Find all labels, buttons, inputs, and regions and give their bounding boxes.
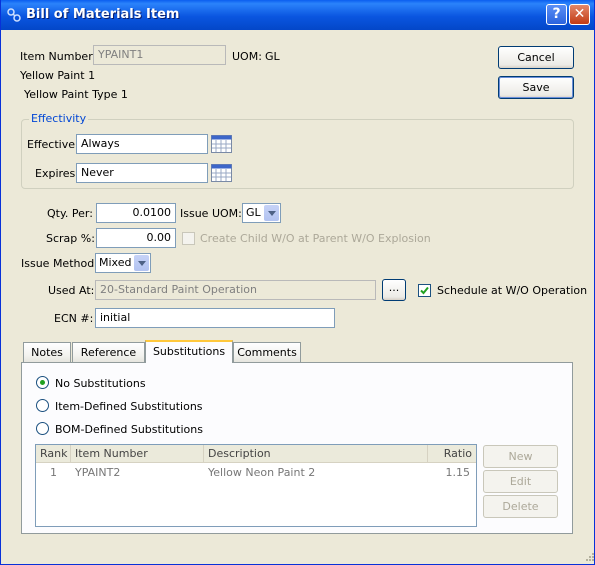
cell-item-number: YPAINT2 bbox=[75, 466, 121, 479]
tab-reference[interactable]: Reference bbox=[72, 342, 145, 363]
chevron-down-icon[interactable] bbox=[134, 255, 149, 271]
app-icon bbox=[7, 8, 21, 22]
table-row[interactable]: 1 YPAINT2 Yellow Neon Paint 2 1.15 bbox=[36, 464, 476, 482]
issue-method-select[interactable]: Mixed bbox=[95, 253, 151, 273]
cell-rank: 1 bbox=[50, 466, 57, 479]
uom-value: GL bbox=[265, 50, 280, 63]
item-description-1: Yellow Paint 1 bbox=[20, 69, 96, 82]
effectivity-title: Effectivity bbox=[29, 112, 89, 125]
issue-uom-label: Issue UOM: bbox=[180, 207, 242, 220]
no-substitutions-label: No Substitutions bbox=[55, 377, 146, 390]
check-icon bbox=[420, 286, 429, 295]
effective-calendar-icon[interactable] bbox=[211, 135, 232, 153]
ecn-label: ECN #: bbox=[54, 312, 94, 325]
column-header-item-number[interactable]: Item Number bbox=[71, 445, 204, 463]
column-header-description[interactable]: Description bbox=[204, 445, 428, 463]
qty-per-label: Qty. Per: bbox=[47, 207, 93, 220]
cell-description: Yellow Neon Paint 2 bbox=[208, 466, 316, 479]
item-number-label: Item Number: bbox=[20, 50, 97, 63]
bom-defined-substitutions-label: BOM-Defined Substitutions bbox=[55, 423, 203, 436]
used-at-field[interactable]: 20-Standard Paint Operation bbox=[95, 280, 376, 300]
used-at-label: Used At: bbox=[48, 284, 95, 297]
issue-uom-value: GL bbox=[246, 206, 261, 219]
edit-button[interactable]: Edit bbox=[483, 470, 558, 493]
issue-method-label: Issue Method: bbox=[21, 257, 98, 270]
bom-item-dialog: Bill of Materials Item ? ✕ Item Number: … bbox=[0, 0, 595, 565]
tab-notes[interactable]: Notes bbox=[23, 342, 71, 363]
help-button[interactable]: ? bbox=[546, 4, 567, 25]
save-button[interactable]: Save bbox=[498, 76, 574, 99]
cell-ratio: 1.15 bbox=[445, 466, 471, 479]
used-at-browse-button[interactable]: ... bbox=[382, 279, 406, 301]
create-child-label: Create Child W/O at Parent W/O Explosion bbox=[200, 232, 431, 245]
schedule-label: Schedule at W/O Operation bbox=[437, 284, 588, 297]
column-header-rank[interactable]: Rank bbox=[36, 445, 71, 463]
scrap-field[interactable]: 0.00 bbox=[96, 228, 176, 248]
tab-comments[interactable]: Comments bbox=[233, 342, 301, 363]
issue-method-value: Mixed bbox=[99, 256, 132, 269]
uom-label: UOM: bbox=[232, 50, 262, 63]
chevron-down-icon[interactable] bbox=[264, 205, 279, 221]
effective-field[interactable]: Always bbox=[76, 134, 208, 154]
issue-uom-select[interactable]: GL bbox=[242, 203, 281, 223]
close-button[interactable]: ✕ bbox=[569, 4, 590, 25]
window-title: Bill of Materials Item bbox=[26, 7, 180, 22]
qty-per-field[interactable]: 0.0100 bbox=[96, 203, 176, 223]
column-header-ratio[interactable]: Ratio bbox=[428, 445, 476, 463]
effective-label: Effective bbox=[27, 138, 75, 151]
expires-label: Expires bbox=[35, 167, 76, 180]
ecn-field[interactable]: initial bbox=[95, 308, 335, 328]
substitutions-table[interactable]: Rank Item Number Description Ratio 1 YPA… bbox=[35, 444, 477, 527]
item-description-2: Yellow Paint Type 1 bbox=[24, 88, 128, 101]
delete-button[interactable]: Delete bbox=[483, 495, 558, 518]
expires-field[interactable]: Never bbox=[76, 163, 208, 183]
item-defined-substitutions-label: Item-Defined Substitutions bbox=[55, 400, 203, 413]
tab-substitutions[interactable]: Substitutions bbox=[145, 340, 233, 363]
cancel-button[interactable]: Cancel bbox=[498, 46, 574, 69]
schedule-checkbox[interactable] bbox=[418, 284, 431, 297]
expires-calendar-icon[interactable] bbox=[211, 164, 232, 182]
new-button[interactable]: New bbox=[483, 445, 558, 468]
item-defined-substitutions-radio[interactable] bbox=[36, 399, 49, 412]
create-child-checkbox[interactable] bbox=[182, 232, 195, 245]
scrap-label: Scrap %: bbox=[46, 232, 95, 245]
bom-defined-substitutions-radio[interactable] bbox=[36, 422, 49, 435]
title-bar[interactable]: Bill of Materials Item ? ✕ bbox=[1, 0, 594, 30]
item-number-field[interactable]: YPAINT1 bbox=[93, 45, 226, 65]
resize-grip-icon[interactable] bbox=[584, 551, 594, 561]
no-substitutions-radio[interactable] bbox=[36, 376, 49, 389]
